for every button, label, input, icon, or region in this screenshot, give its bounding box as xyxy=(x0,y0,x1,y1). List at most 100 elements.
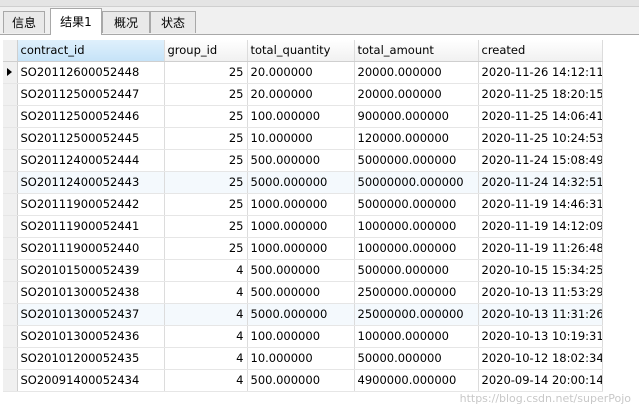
cell-total-quantity[interactable]: 100.000000 xyxy=(247,325,355,348)
cell-contract-id[interactable]: SO20112500052446 xyxy=(17,105,165,128)
column-header-created[interactable]: created xyxy=(478,40,603,62)
cell-total-amount[interactable]: 4900000.000000 xyxy=(354,369,479,392)
column-header-group-id[interactable]: group_id xyxy=(164,40,248,62)
row-indicator[interactable] xyxy=(3,171,18,194)
table-row[interactable]: SO20101300052437 4 5000.000000 25000000.000… xyxy=(3,303,603,326)
cell-contract-id[interactable]: SO20101300052437 xyxy=(17,303,165,326)
cell-total-amount[interactable]: 5000000.000000 xyxy=(354,149,479,172)
cell-contract-id[interactable]: SO20091400052434 xyxy=(17,369,165,392)
cell-total-quantity[interactable]: 1000.000000 xyxy=(247,237,355,260)
cell-created[interactable]: 2020-11-24 15:08:49 xyxy=(478,149,603,172)
column-header-contract-id[interactable]: contract_id xyxy=(17,40,165,62)
row-indicator[interactable] xyxy=(3,325,18,348)
cell-group-id[interactable]: 4 xyxy=(164,369,248,392)
table-row[interactable]: SO20112400052443 25 5000.000000 50000000.00… xyxy=(3,171,603,194)
row-indicator[interactable] xyxy=(3,127,18,150)
cell-group-id[interactable]: 25 xyxy=(164,61,248,84)
cell-group-id[interactable]: 25 xyxy=(164,215,248,238)
cell-created[interactable]: 2020-11-25 18:20:15 xyxy=(478,83,603,106)
cell-group-id[interactable]: 25 xyxy=(164,83,248,106)
table-row[interactable]: SO20111900052440 25 1000.000000 1000000.000… xyxy=(3,237,603,260)
cell-group-id[interactable]: 4 xyxy=(164,347,248,370)
cell-group-id[interactable]: 25 xyxy=(164,237,248,260)
table-row[interactable]: SO20101300052438 4 500.000000 2500000.00000… xyxy=(3,281,603,304)
cell-created[interactable]: 2020-11-26 14:12:11 xyxy=(478,61,603,84)
result-grid[interactable]: contract_id group_id total_quantity tota… xyxy=(0,35,639,413)
cell-total-amount[interactable]: 20000.000000 xyxy=(354,61,479,84)
tab-info[interactable]: 信息 xyxy=(3,11,45,33)
row-indicator[interactable] xyxy=(3,281,18,304)
row-indicator[interactable] xyxy=(3,83,18,106)
cell-group-id[interactable]: 25 xyxy=(164,149,248,172)
cell-group-id[interactable]: 4 xyxy=(164,325,248,348)
cell-group-id[interactable]: 4 xyxy=(164,303,248,326)
cell-contract-id[interactable]: SO20101300052436 xyxy=(17,325,165,348)
cell-created[interactable]: 2020-11-19 14:46:31 xyxy=(478,193,603,216)
cell-total-amount[interactable]: 20000.000000 xyxy=(354,83,479,106)
cell-total-amount[interactable]: 25000000.000000 xyxy=(354,303,479,326)
cell-total-amount[interactable]: 500000.000000 xyxy=(354,259,479,282)
cell-created[interactable]: 2020-11-25 10:24:53 xyxy=(478,127,603,150)
cell-contract-id[interactable]: SO20112500052447 xyxy=(17,83,165,106)
cell-total-amount[interactable]: 100000.000000 xyxy=(354,325,479,348)
cell-group-id[interactable]: 25 xyxy=(164,127,248,150)
table-row[interactable]: SO20112500052446 25 100.000000 900000.00000… xyxy=(3,105,603,128)
row-indicator[interactable] xyxy=(3,193,18,216)
table-row[interactable]: SO20111900052442 25 1000.000000 5000000.000… xyxy=(3,193,603,216)
cell-group-id[interactable]: 25 xyxy=(164,171,248,194)
cell-total-amount[interactable]: 5000000.000000 xyxy=(354,193,479,216)
cell-total-amount[interactable]: 50000000.000000 xyxy=(354,171,479,194)
table-row[interactable]: SO20112400052444 25 500.000000 5000000.0000… xyxy=(3,149,603,172)
row-indicator[interactable] xyxy=(3,149,18,172)
cell-created[interactable]: 2020-11-19 11:26:48 xyxy=(478,237,603,260)
cell-contract-id[interactable]: SO20111900052441 xyxy=(17,215,165,238)
row-indicator[interactable] xyxy=(3,347,18,370)
cell-group-id[interactable]: 25 xyxy=(164,193,248,216)
cell-group-id[interactable]: 25 xyxy=(164,105,248,128)
table-row[interactable]: SO20112500052447 25 20.000000 20000.000000 2… xyxy=(3,83,603,106)
cell-total-quantity[interactable]: 500.000000 xyxy=(247,281,355,304)
cell-contract-id[interactable]: SO20101300052438 xyxy=(17,281,165,304)
row-indicator[interactable] xyxy=(3,237,18,260)
row-indicator[interactable] xyxy=(3,215,18,238)
cell-created[interactable]: 2020-11-19 14:12:09 xyxy=(478,215,603,238)
cell-total-amount[interactable]: 50000.000000 xyxy=(354,347,479,370)
cell-total-quantity[interactable]: 1000.000000 xyxy=(247,193,355,216)
table-row[interactable]: SO20101300052436 4 100.000000 100000.000000… xyxy=(3,325,603,348)
cell-created[interactable]: 2020-11-25 14:06:41 xyxy=(478,105,603,128)
cell-group-id[interactable]: 4 xyxy=(164,259,248,282)
row-indicator[interactable] xyxy=(3,303,18,326)
table-row[interactable]: SO20091400052434 4 500.000000 4900000.00000… xyxy=(3,369,603,392)
cell-contract-id[interactable]: SO20112500052445 xyxy=(17,127,165,150)
cell-total-quantity[interactable]: 20.000000 xyxy=(247,83,355,106)
cell-created[interactable]: 2020-10-13 11:31:26 xyxy=(478,303,603,326)
cell-created[interactable]: 2020-10-12 18:02:34 xyxy=(478,347,603,370)
tab-overview[interactable]: 概况 xyxy=(102,11,150,33)
cell-contract-id[interactable]: SO20111900052442 xyxy=(17,193,165,216)
row-indicator[interactable] xyxy=(3,369,18,392)
cell-created[interactable]: 2020-10-13 10:19:31 xyxy=(478,325,603,348)
cell-total-amount[interactable]: 1000000.000000 xyxy=(354,215,479,238)
table-row[interactable]: SO20101500052439 4 500.000000 500000.000000… xyxy=(3,259,603,282)
cell-total-quantity[interactable]: 500.000000 xyxy=(247,369,355,392)
cell-total-amount[interactable]: 900000.000000 xyxy=(354,105,479,128)
cell-created[interactable]: 2020-09-14 20:00:14 xyxy=(478,369,603,392)
table-row[interactable]: SO20112500052445 25 10.000000 120000.000000… xyxy=(3,127,603,150)
cell-created[interactable]: 2020-10-15 15:34:25 xyxy=(478,259,603,282)
cell-total-quantity[interactable]: 500.000000 xyxy=(247,149,355,172)
cell-total-quantity[interactable]: 500.000000 xyxy=(247,259,355,282)
cell-contract-id[interactable]: SO20101500052439 xyxy=(17,259,165,282)
row-indicator[interactable] xyxy=(3,259,18,282)
cell-total-amount[interactable]: 1000000.000000 xyxy=(354,237,479,260)
cell-contract-id[interactable]: SO20112400052443 xyxy=(17,171,165,194)
row-indicator[interactable] xyxy=(3,61,18,84)
cell-total-quantity[interactable]: 10.000000 xyxy=(247,127,355,150)
cell-created[interactable]: 2020-11-24 14:32:51 xyxy=(478,171,603,194)
cell-total-quantity[interactable]: 5000.000000 xyxy=(247,303,355,326)
tab-result1[interactable]: 结果1 xyxy=(50,8,102,35)
table-row[interactable]: SO20112600052448 25 20.000000 20000.000000 2… xyxy=(3,61,603,84)
cell-total-quantity[interactable]: 100.000000 xyxy=(247,105,355,128)
cell-total-quantity[interactable]: 5000.000000 xyxy=(247,171,355,194)
cell-contract-id[interactable]: SO20101200052435 xyxy=(17,347,165,370)
cell-total-quantity[interactable]: 10.000000 xyxy=(247,347,355,370)
